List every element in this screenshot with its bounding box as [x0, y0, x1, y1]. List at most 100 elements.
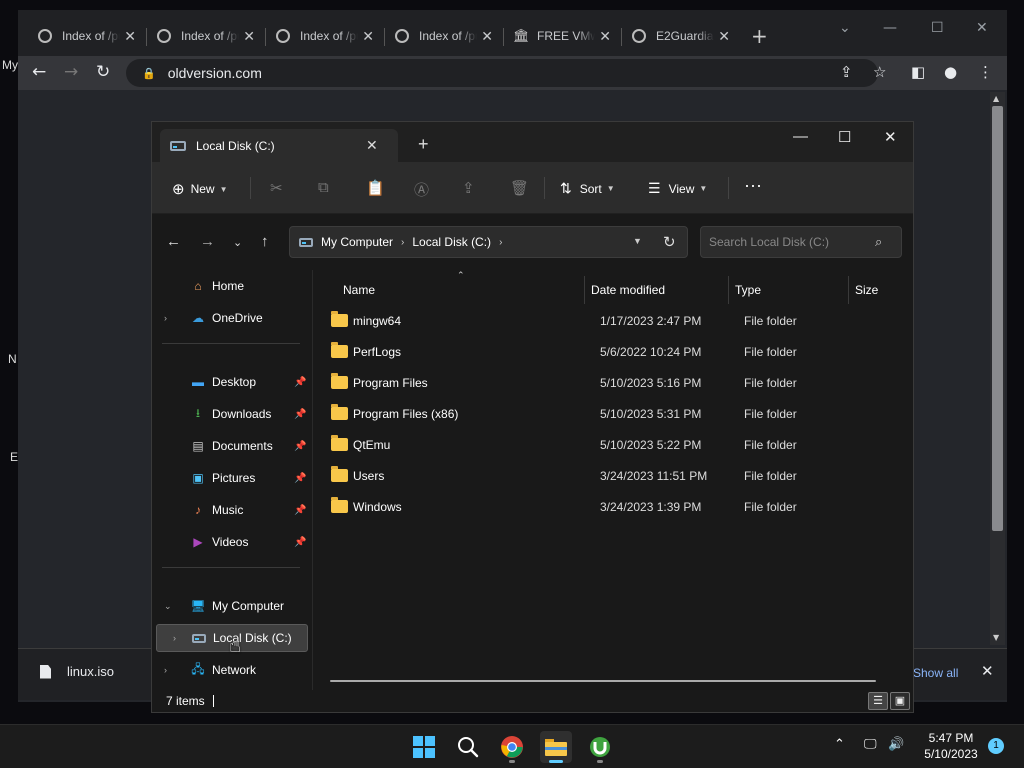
share-icon[interactable]: ⇪ [840, 63, 853, 81]
desktop-icon-label[interactable]: My [2, 58, 18, 72]
close-icon[interactable]: ✕ [243, 28, 255, 45]
pin-icon[interactable]: 📌 [294, 409, 306, 420]
close-icon[interactable]: ✕ [362, 28, 374, 45]
taskbar-app-chrome[interactable] [496, 731, 528, 763]
column-header-type[interactable]: Type [735, 276, 847, 304]
chevron-right-icon[interactable]: › [164, 313, 176, 323]
search-button[interactable] [452, 731, 484, 763]
nav-item-downloads[interactable]: ⭳ Downloads 📌 [156, 400, 308, 428]
table-row[interactable]: Program Files (x86) 5/10/2023 5:31 PM Fi… [323, 398, 883, 429]
column-divider[interactable] [584, 276, 585, 304]
nav-item-documents[interactable]: ▤ Documents 📌 [156, 432, 308, 460]
sort-button[interactable]: ⇅ Sort ▼ [560, 180, 615, 197]
nav-item-desktop[interactable]: ▬ Desktop 📌 [156, 368, 308, 396]
profile-icon[interactable]: ● [944, 63, 957, 81]
browser-tab[interactable]: 🏛 FREE VMware ✕ [493, 25, 611, 47]
taskbar-app-file-explorer[interactable] [540, 731, 572, 763]
search-icon[interactable]: ⌕ [875, 234, 882, 250]
paste-icon[interactable]: 📋 [366, 179, 385, 197]
delete-icon[interactable]: 🗑 [510, 179, 529, 197]
tiles-view-icon[interactable]: ▣ [890, 692, 910, 710]
cut-icon[interactable]: ✂ [270, 179, 283, 197]
view-button[interactable]: ☰ View ▼ [648, 180, 707, 197]
browser-tab[interactable]: Index of /pub ✕ [18, 25, 136, 47]
desktop-icon-label[interactable]: E [10, 450, 18, 464]
refresh-icon[interactable]: ↻ [663, 233, 676, 251]
more-options-icon[interactable]: ··· [744, 175, 762, 196]
back-arrow-icon[interactable]: ← [32, 62, 46, 82]
chevron-down-icon[interactable]: ▼ [633, 236, 642, 246]
chevron-down-icon[interactable]: ⌄ [164, 601, 176, 612]
column-header-date[interactable]: Date modified [591, 276, 727, 304]
pin-icon[interactable]: 📌 [294, 441, 306, 452]
scroll-down-icon[interactable]: ▼ [993, 633, 999, 642]
close-icon[interactable]: ✕ [718, 28, 730, 45]
new-button[interactable]: ⊕ New ▼ [172, 180, 228, 198]
breadcrumb[interactable]: My Computer › Local Disk (C:) › ▼ ↻ [289, 226, 688, 258]
column-header-size[interactable]: Size [855, 276, 905, 304]
horizontal-scrollbar[interactable] [330, 680, 876, 682]
desktop-icon-label[interactable]: N [8, 352, 17, 366]
download-item[interactable]: linux.iso [40, 664, 114, 679]
details-view-icon[interactable]: ☰ [868, 692, 888, 710]
new-tab-button[interactable]: + [418, 134, 429, 155]
close-icon[interactable]: ✕ [599, 28, 611, 45]
share-icon[interactable]: ⇪ [462, 179, 475, 197]
back-arrow-icon[interactable]: ← [166, 233, 181, 250]
nav-item-music[interactable]: ♪ Music 📌 [156, 496, 308, 524]
column-divider[interactable] [728, 276, 729, 304]
recent-locations-chevron-icon[interactable]: ⌄ [233, 236, 242, 249]
pin-icon[interactable]: 📌 [294, 377, 306, 388]
nav-item-onedrive[interactable]: › ☁ OneDrive [156, 304, 308, 332]
system-clock[interactable]: 5:47 PM 5/10/2023 [916, 730, 986, 762]
network-icon[interactable]: 🖵 [864, 737, 877, 752]
start-button[interactable] [408, 731, 440, 763]
table-row[interactable]: Program Files 5/10/2023 5:16 PM File fol… [323, 367, 883, 398]
chevron-right-icon[interactable]: › [164, 665, 176, 675]
breadcrumb-item[interactable]: Local Disk (C:) [412, 235, 491, 249]
table-row[interactable]: PerfLogs 5/6/2022 10:24 PM File folder [323, 336, 883, 367]
search-input[interactable] [701, 227, 871, 257]
chevron-right-icon[interactable]: › [401, 237, 404, 248]
lock-icon[interactable]: 🔒 [142, 67, 156, 80]
browser-tab[interactable]: Index of /pub ✕ [375, 25, 493, 47]
pin-icon[interactable]: 📌 [294, 473, 306, 484]
notification-badge[interactable]: 1 [988, 738, 1004, 754]
browser-tab[interactable]: E2Guardian ✕ [612, 25, 730, 47]
explorer-tab[interactable]: Local Disk (C:) ✕ [160, 129, 398, 162]
maximize-icon[interactable]: ☐ [838, 128, 851, 146]
pin-icon[interactable]: 📌 [294, 537, 306, 548]
forward-arrow-icon[interactable]: → [200, 233, 215, 250]
breadcrumb-item[interactable]: My Computer [321, 235, 393, 249]
browser-tab[interactable]: Index of /pub ✕ [137, 25, 255, 47]
close-icon[interactable]: ✕ [124, 28, 136, 45]
new-tab-button[interactable]: + [751, 24, 768, 48]
nav-item-network[interactable]: › 🖧 Network [156, 656, 308, 684]
close-icon[interactable]: ✕ [481, 28, 493, 45]
scroll-up-icon[interactable]: ▲ [993, 94, 999, 103]
tab-search-icon[interactable]: ⌄ [839, 20, 851, 36]
forward-arrow-icon[interactable]: → [64, 62, 78, 82]
reload-icon[interactable]: ↻ [96, 62, 110, 82]
rename-icon[interactable]: Ⓐ [414, 179, 429, 200]
pin-icon[interactable]: 📌 [294, 505, 306, 516]
browser-tab[interactable]: Index of /pub ✕ [256, 25, 374, 47]
close-icon[interactable]: ✕ [884, 128, 897, 146]
table-row[interactable]: mingw64 1/17/2023 2:47 PM File folder [323, 305, 883, 336]
up-arrow-icon[interactable]: ↑ [261, 233, 269, 250]
chevron-up-icon[interactable]: ⌃ [834, 737, 845, 752]
maximize-icon[interactable]: ☐ [931, 20, 944, 36]
column-divider[interactable] [848, 276, 849, 304]
close-icon[interactable]: ✕ [976, 20, 988, 36]
table-row[interactable]: Users 3/24/2023 11:51 PM File folder [323, 460, 883, 491]
kebab-menu-icon[interactable]: ⋮ [978, 63, 993, 81]
show-all-link[interactable]: Show all [913, 666, 958, 680]
address-bar[interactable]: 🔒 oldversion.com [126, 59, 878, 87]
taskbar-app-utorrent[interactable] [584, 731, 616, 763]
scrollbar-thumb[interactable] [992, 106, 1003, 531]
nav-item-videos[interactable]: ▶ Videos 📌 [156, 528, 308, 556]
minimize-icon[interactable]: — [883, 20, 897, 36]
nav-item-pictures[interactable]: ▣ Pictures 📌 [156, 464, 308, 492]
table-row[interactable]: QtEmu 5/10/2023 5:22 PM File folder [323, 429, 883, 460]
nav-item-home[interactable]: ⌂ Home [156, 272, 308, 300]
